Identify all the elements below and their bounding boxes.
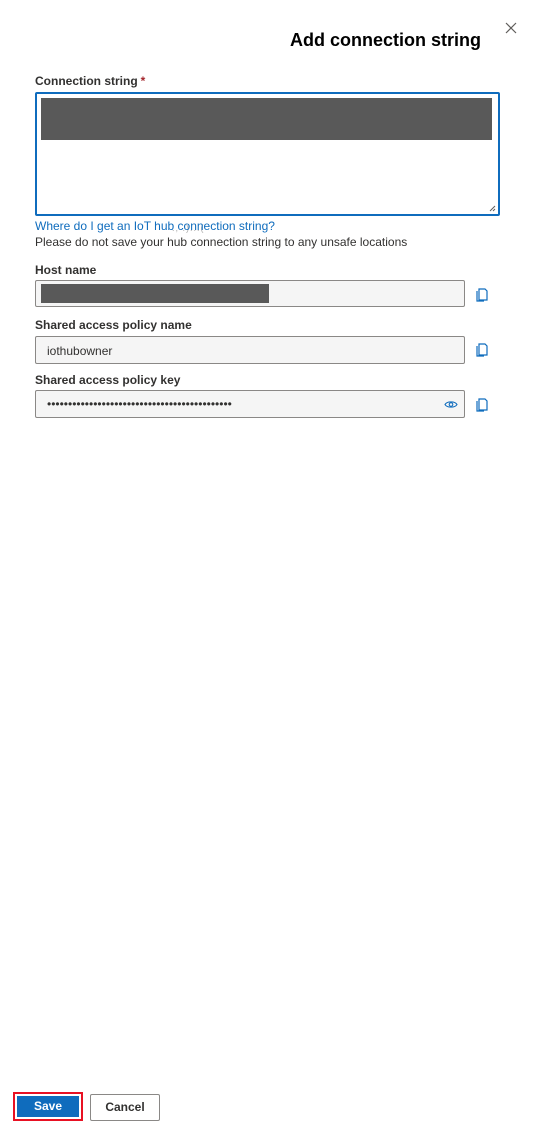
copy-host-name-icon[interactable] bbox=[475, 286, 489, 302]
connection-string-label: Connection string * bbox=[35, 74, 145, 88]
policy-name-value: iothubowner bbox=[47, 344, 113, 358]
connection-string-redacted-value bbox=[41, 98, 492, 140]
cancel-button[interactable]: Cancel bbox=[90, 1094, 160, 1121]
connection-string-textarea[interactable]: ., .)...( bbox=[35, 92, 500, 233]
required-indicator: * bbox=[140, 74, 146, 88]
save-button[interactable]: Save bbox=[17, 1096, 79, 1117]
copy-policy-name-icon[interactable] bbox=[475, 341, 489, 357]
policy-name-field[interactable]: iothubowner bbox=[35, 336, 465, 364]
host-name-field[interactable] bbox=[35, 280, 465, 307]
host-name-redacted-value bbox=[41, 284, 269, 303]
policy-key-field[interactable]: ••••••••••••••••••••••••••••••••••••••••… bbox=[35, 390, 465, 418]
connection-string-warning: Please do not save your hub connection s… bbox=[35, 235, 408, 249]
host-name-label: Host name bbox=[35, 263, 97, 277]
resize-grip-icon[interactable] bbox=[489, 205, 496, 212]
connection-string-label-text: Connection string bbox=[35, 74, 138, 88]
save-button-highlight: Save bbox=[13, 1092, 83, 1121]
copy-policy-key-icon[interactable] bbox=[475, 396, 489, 412]
panel-title: Add connection string bbox=[290, 30, 481, 50]
policy-name-label: Shared access policy name bbox=[35, 318, 192, 332]
close-button[interactable] bbox=[503, 20, 519, 36]
policy-key-label: Shared access policy key bbox=[35, 373, 181, 387]
eye-icon[interactable] bbox=[444, 399, 458, 410]
add-connection-string-panel: Add connection string Connection string *… bbox=[0, 0, 536, 1125]
connection-string-help-link[interactable]: Where do I get an IoT hub connection str… bbox=[35, 219, 275, 233]
close-icon bbox=[505, 22, 517, 34]
policy-key-masked-value: ••••••••••••••••••••••••••••••••••••••••… bbox=[47, 397, 232, 411]
